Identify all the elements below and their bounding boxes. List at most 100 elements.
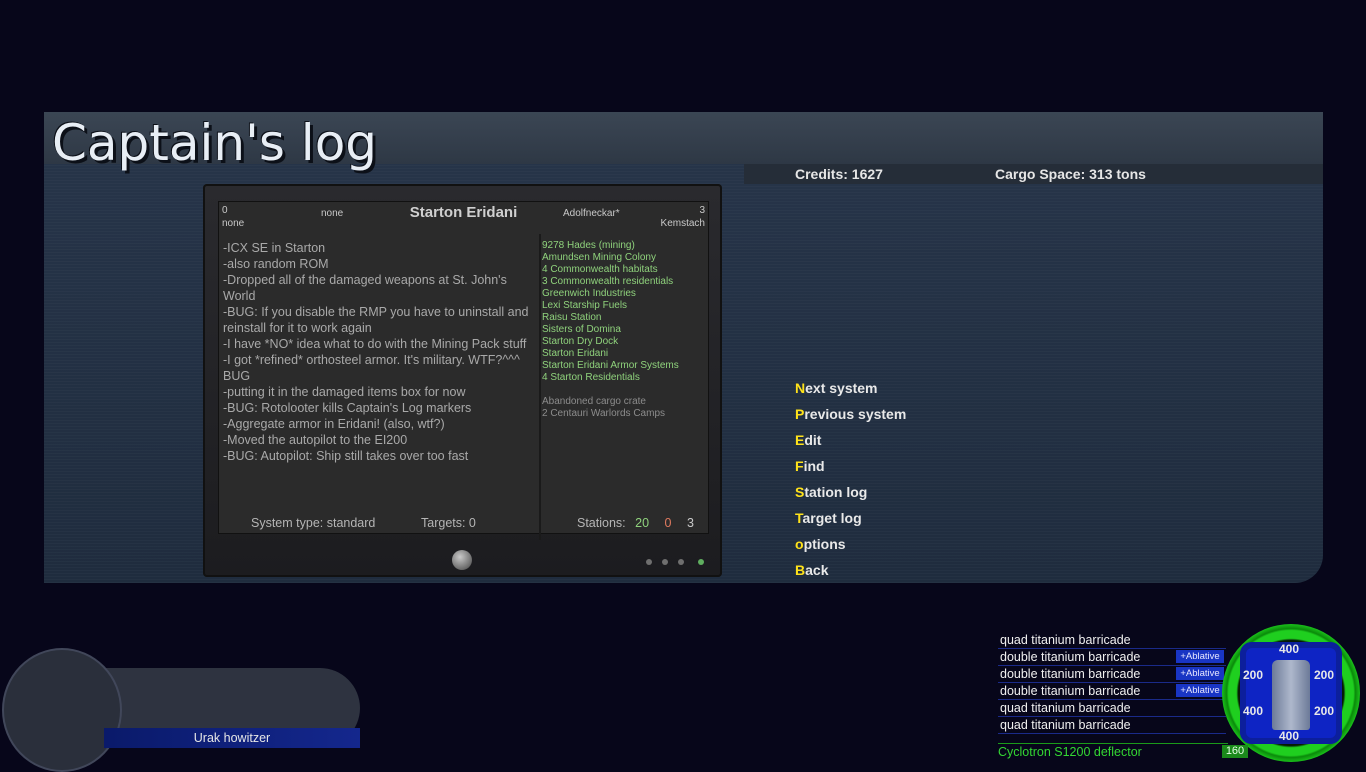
page-title: Captain's log	[52, 114, 378, 172]
weapon-name: Urak howitzer	[104, 728, 360, 748]
friendly-station-item: 4 Commonwealth habitats	[542, 264, 658, 275]
armor-hp-top: 400	[1279, 642, 1300, 656]
menu-label: tation log	[804, 484, 868, 500]
log-note-line: -Dropped all of the damaged weapons at S…	[223, 273, 507, 303]
log-note-line: -Moved the autopilot to the EI200	[223, 433, 408, 447]
credits-label: Credits:	[795, 166, 848, 182]
log-note-line: -putting it in the damaged items box for…	[223, 385, 466, 399]
friendly-station-item: Starton Eridani	[542, 348, 609, 359]
menu-hotkey: F	[795, 458, 804, 474]
armor-segment-row: double titanium barricade +Ablative	[998, 666, 1226, 683]
stations-label: Stations:	[577, 516, 626, 530]
menu-item-previous-system[interactable]: Previous system	[795, 406, 906, 432]
system-name: Starton Eridani	[409, 204, 518, 221]
friendly-station-item: 4 Starton Residentials	[542, 372, 640, 383]
friendly-station-list: 9278 Hades (mining) Amundsen Mining Colon…	[542, 240, 708, 384]
armor-hp-upper-left: 200	[1243, 668, 1264, 682]
credits-value: 1627	[851, 166, 883, 182]
cargo-label: Cargo Space:	[995, 166, 1086, 182]
credits-display: Credits: 1627	[795, 166, 883, 182]
log-note-line: -Aggregate armor in Eridani! (also, wtf?…	[223, 417, 445, 431]
armor-segment-name: quad titanium barricade	[1000, 633, 1131, 647]
monitor-led-3	[678, 559, 684, 565]
armor-segment-row: double titanium barricade +Ablative	[998, 683, 1226, 700]
menu-label: ptions	[803, 536, 846, 552]
monitor-led-2	[662, 559, 668, 565]
armor-enhancement-tag: +Ablative	[1176, 650, 1224, 663]
friendly-station-item: Greenwich Industries	[542, 288, 636, 299]
friendly-station-item: Starton Eridani Armor Systems	[542, 360, 679, 371]
header-top-right-sub: Kemstach	[660, 218, 705, 229]
friendly-station-item: Sisters of Domina	[542, 324, 621, 335]
monitor-led-4	[698, 559, 704, 565]
log-screen: 0 none none Starton Eridani Adolfneckar*…	[218, 201, 709, 540]
weapon-target-display	[2, 648, 122, 772]
armor-hp-upper-right: 200	[1314, 668, 1335, 682]
menu-item-options[interactable]: options	[795, 536, 906, 562]
monitor-power-button[interactable]	[452, 550, 472, 570]
menu-hotkey: N	[795, 380, 806, 396]
ship-icon	[1272, 660, 1310, 730]
log-monitor: 0 none none Starton Eridani Adolfneckar*…	[203, 184, 722, 577]
armor-segment-list: quad titanium barricade double titanium b…	[998, 632, 1226, 734]
armor-segment-name: double titanium barricade	[1000, 667, 1141, 681]
armor-enhancement-tag: +Ablative	[1176, 684, 1224, 697]
armor-segment-row: quad titanium barricade	[998, 700, 1226, 717]
menu-item-find[interactable]: Find	[795, 458, 906, 484]
menu-label: dit	[804, 432, 822, 448]
other-station-item: Abandoned cargo crate	[542, 396, 646, 407]
menu-label: revious system	[804, 406, 907, 422]
menu-hotkey: T	[795, 510, 803, 526]
monitor-led-1	[646, 559, 652, 565]
log-note-line: -ICX SE in Starton	[223, 241, 326, 255]
friendly-station-item: 9278 Hades (mining)	[542, 240, 635, 251]
armor-segment-name: double titanium barricade	[1000, 650, 1141, 664]
menu-hotkey: o	[795, 536, 804, 552]
menu-hotkey: B	[795, 562, 806, 578]
menu-label: ind	[803, 458, 825, 474]
friendly-station-item: Raisu Station	[542, 312, 602, 323]
menu-item-edit[interactable]: Edit	[795, 432, 906, 458]
menu-hotkey: P	[795, 406, 805, 422]
armor-segment-name: quad titanium barricade	[1000, 718, 1131, 732]
menu-label: ext system	[805, 380, 878, 396]
cargo-display: Cargo Space: 313 tons	[995, 166, 1146, 182]
armor-hp-bottom: 400	[1279, 729, 1300, 743]
other-station-list: Abandoned cargo crate 2 Centauri Warlords…	[542, 396, 708, 420]
menu-item-next-system[interactable]: Next system	[795, 380, 906, 406]
targets-count: Targets: 0	[421, 516, 476, 530]
armor-hp-lower-left: 400	[1243, 704, 1264, 718]
armor-enhancement-tag: +Ablative	[1176, 667, 1224, 680]
log-note-line: -I got *refined* orthosteel armor. It's …	[223, 353, 520, 383]
shield-value: 160	[1222, 745, 1248, 758]
title-bar: Captain's log	[44, 112, 1323, 172]
friendly-station-item: Amundsen Mining Colony	[542, 252, 656, 263]
armor-segment-row: quad titanium barricade	[998, 717, 1226, 734]
armor-segment-name: double titanium barricade	[1000, 684, 1141, 698]
menu-item-target-log[interactable]: Target log	[795, 510, 906, 536]
log-note-line: -also random ROM	[223, 257, 329, 271]
command-menu: Next system Previous system Edit Find Statio…	[795, 380, 906, 588]
armor-hp-lower-right: 200	[1314, 704, 1335, 718]
menu-hotkey: E	[795, 432, 805, 448]
shield-divider	[998, 743, 1228, 744]
log-note-line: -I have *NO* idea what to do with the Mi…	[223, 337, 527, 351]
friendly-station-item: Lexi Starship Fuels	[542, 300, 628, 311]
header-top-right-num: 3	[699, 205, 705, 216]
log-note-line: -BUG: Rotolooter kills Captain's Log mar…	[223, 401, 472, 415]
menu-hotkey: S	[795, 484, 805, 500]
menu-item-back[interactable]: Back	[795, 562, 906, 588]
column-divider	[539, 234, 541, 540]
stations-count: Stations: 20 0 3	[577, 516, 694, 530]
log-notes[interactable]: -ICX SE in Starton -also random ROM -Dropp…	[223, 240, 539, 464]
menu-label: ack	[805, 562, 829, 578]
other-station-item: 2 Centauri Warlords Camps	[542, 408, 666, 419]
menu-label: arget log	[802, 510, 862, 526]
menu-item-station-log[interactable]: Station log	[795, 484, 906, 510]
armor-segment-row: double titanium barricade +Ablative	[998, 649, 1226, 666]
cargo-value: 313 tons	[1089, 166, 1146, 182]
weapon-hud: Urak howitzer	[0, 648, 362, 772]
log-note-line: -BUG: Autopilot: Ship still takes over t…	[223, 449, 469, 463]
armor-segment-name: quad titanium barricade	[1000, 701, 1131, 715]
station-list: 9278 Hades (mining) Amundsen Mining Colon…	[542, 240, 708, 420]
